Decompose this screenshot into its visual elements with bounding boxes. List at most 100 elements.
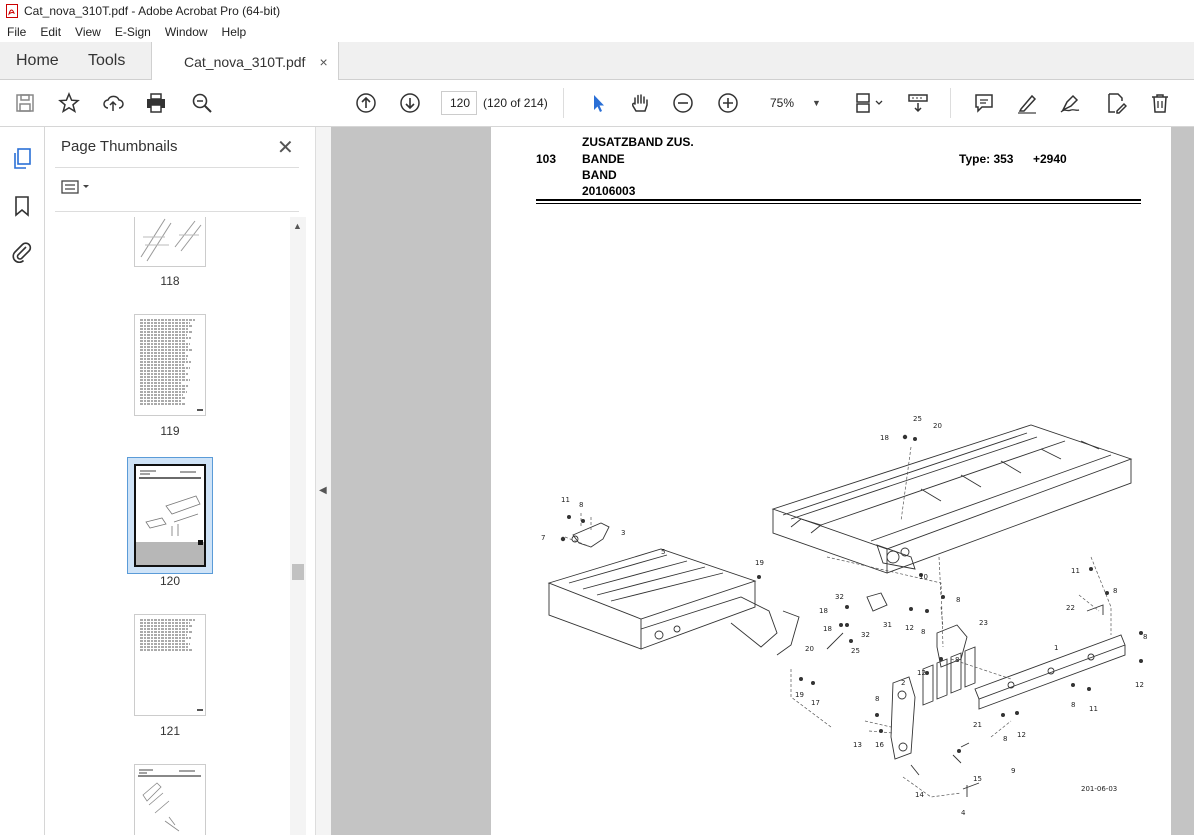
callout-15: 15 bbox=[973, 775, 982, 783]
thumbnail-scrollbar[interactable]: ▲ bbox=[290, 217, 306, 835]
callout-18: 18 bbox=[880, 434, 889, 442]
page-thumbnail-120[interactable] bbox=[134, 464, 206, 567]
hand-tool-icon[interactable] bbox=[627, 90, 653, 116]
navigation-rail bbox=[0, 127, 45, 835]
bookmarks-icon[interactable] bbox=[10, 194, 34, 218]
delete-trash-icon[interactable] bbox=[1147, 90, 1173, 116]
panel-collapse-handle[interactable]: ◀ bbox=[315, 127, 331, 835]
page-number-input[interactable]: 120 bbox=[441, 91, 477, 115]
code-label: +2940 bbox=[1033, 152, 1067, 166]
title-line-1: ZUSATZBAND ZUS. bbox=[582, 135, 694, 149]
menu-window[interactable]: Window bbox=[158, 25, 215, 39]
callout-12d: 12 bbox=[1017, 731, 1026, 739]
callout-20: 20 bbox=[933, 422, 942, 430]
callout-2: 2 bbox=[901, 679, 905, 687]
callout-8i: 8 bbox=[1003, 735, 1007, 743]
callout-4: 4 bbox=[961, 809, 966, 817]
zoom-in-icon[interactable] bbox=[715, 90, 741, 116]
scroll-up-arrow-icon[interactable]: ▲ bbox=[293, 221, 302, 231]
thumbnail-options-menu[interactable] bbox=[61, 179, 91, 198]
pdf-app-icon bbox=[6, 4, 18, 18]
zoom-out-icon[interactable] bbox=[670, 90, 696, 116]
window-title: Cat_nova_310T.pdf - Adobe Acrobat Pro (6… bbox=[24, 4, 281, 18]
thumbnail-label: 118 bbox=[160, 274, 180, 288]
document-viewer[interactable]: 103 ZUSATZBAND ZUS. BANDE BAND 20106003 … bbox=[331, 127, 1194, 835]
callout-20b: 20 bbox=[805, 645, 814, 653]
toolbar-divider-2 bbox=[950, 88, 951, 118]
header-rule bbox=[536, 199, 1141, 201]
comment-icon[interactable] bbox=[971, 90, 997, 116]
highlight-pen-icon[interactable] bbox=[1014, 90, 1040, 116]
callout-21: 21 bbox=[973, 721, 982, 729]
callout-31: 31 bbox=[883, 621, 892, 629]
type-label: Type: 353 bbox=[959, 152, 1014, 166]
menu-help[interactable]: Help bbox=[215, 25, 254, 39]
options-list-icon bbox=[61, 180, 89, 194]
thumbnail-label: 121 bbox=[159, 724, 181, 738]
callout-10: 10 bbox=[919, 573, 928, 581]
upload-cloud-icon[interactable] bbox=[100, 90, 126, 116]
callout-3: 3 bbox=[621, 529, 625, 537]
menu-bar: File Edit View E-Sign Window Help bbox=[0, 22, 1194, 42]
select-cursor-icon[interactable] bbox=[585, 90, 611, 116]
tab-home[interactable]: Home bbox=[16, 42, 59, 80]
drawing-reference: 201-06-03 bbox=[1081, 785, 1117, 793]
panel-close-icon[interactable]: ✕ bbox=[277, 135, 294, 160]
callout-18c: 18 bbox=[823, 625, 832, 633]
sign-pen-icon[interactable] bbox=[1057, 90, 1083, 116]
callout-17: 17 bbox=[811, 699, 820, 707]
page-thumbnail-121[interactable] bbox=[134, 614, 206, 716]
collapse-arrow-icon[interactable]: ◀ bbox=[319, 485, 327, 496]
print-icon[interactable] bbox=[143, 90, 169, 116]
menu-view[interactable]: View bbox=[68, 25, 108, 39]
zoom-search-icon[interactable] bbox=[189, 90, 215, 116]
page-display-icon[interactable] bbox=[850, 90, 888, 116]
callout-25: 25 bbox=[913, 415, 922, 423]
previous-page-icon[interactable] bbox=[353, 90, 379, 116]
callout-14: 14 bbox=[915, 791, 924, 799]
callout-16: 16 bbox=[875, 741, 884, 749]
page-thumbnail-118[interactable] bbox=[134, 217, 206, 267]
callout-8d: 8 bbox=[921, 628, 925, 636]
panel-title: Page Thumbnails bbox=[61, 138, 178, 155]
zoom-select[interactable]: 75% ▼ bbox=[760, 91, 830, 115]
callout-22: 22 bbox=[1066, 604, 1075, 612]
callout-32b: 32 bbox=[861, 631, 870, 639]
callout-19b: 19 bbox=[795, 691, 804, 699]
tab-close-icon[interactable]: × bbox=[319, 54, 327, 70]
callout-8e: 8 bbox=[1143, 633, 1147, 641]
callout-8b: 8 bbox=[956, 596, 960, 604]
edit-pdf-icon[interactable] bbox=[1103, 90, 1129, 116]
thumbnail-list: 118 119 120 121 bbox=[45, 217, 290, 835]
callout-32: 32 bbox=[835, 593, 844, 601]
callout-11b: 11 bbox=[1071, 567, 1080, 575]
callout-18b: 18 bbox=[819, 607, 828, 615]
tab-bar: Home Tools Cat_nova_310T.pdf × bbox=[0, 42, 1194, 81]
scroll-mode-icon[interactable] bbox=[905, 90, 931, 116]
pdf-page: 103 ZUSATZBAND ZUS. BANDE BAND 20106003 … bbox=[491, 127, 1171, 835]
save-icon[interactable] bbox=[12, 90, 38, 116]
menu-esign[interactable]: E-Sign bbox=[108, 25, 158, 39]
menu-file[interactable]: File bbox=[0, 25, 33, 39]
tab-document[interactable]: Cat_nova_310T.pdf × bbox=[151, 42, 339, 81]
callout-19: 19 bbox=[755, 559, 764, 567]
title-bar: Cat_nova_310T.pdf - Adobe Acrobat Pro (6… bbox=[0, 0, 1194, 22]
scrollbar-thumb[interactable] bbox=[292, 564, 304, 580]
page-count: (120 of 214) bbox=[483, 96, 548, 110]
menu-edit[interactable]: Edit bbox=[33, 25, 68, 39]
attachments-paperclip-icon[interactable] bbox=[10, 240, 34, 264]
bookmark-star-icon[interactable] bbox=[56, 90, 82, 116]
callout-1: 1 bbox=[1054, 644, 1058, 652]
part-number: 20106003 bbox=[582, 184, 636, 198]
callout-12b: 12 bbox=[917, 669, 926, 677]
callout-5: 5 bbox=[661, 548, 665, 556]
tab-tools[interactable]: Tools bbox=[88, 42, 125, 80]
page-thumbnail-119[interactable] bbox=[134, 314, 206, 416]
callout-9: 9 bbox=[1011, 767, 1015, 775]
page-thumbnail-122[interactable] bbox=[134, 764, 206, 835]
thumbnail-label: 119 bbox=[160, 424, 180, 438]
page-thumbnails-icon[interactable] bbox=[10, 147, 34, 171]
callout-25b: 25 bbox=[851, 647, 860, 655]
callout-8h: 8 bbox=[1071, 701, 1075, 709]
next-page-icon[interactable] bbox=[397, 90, 423, 116]
